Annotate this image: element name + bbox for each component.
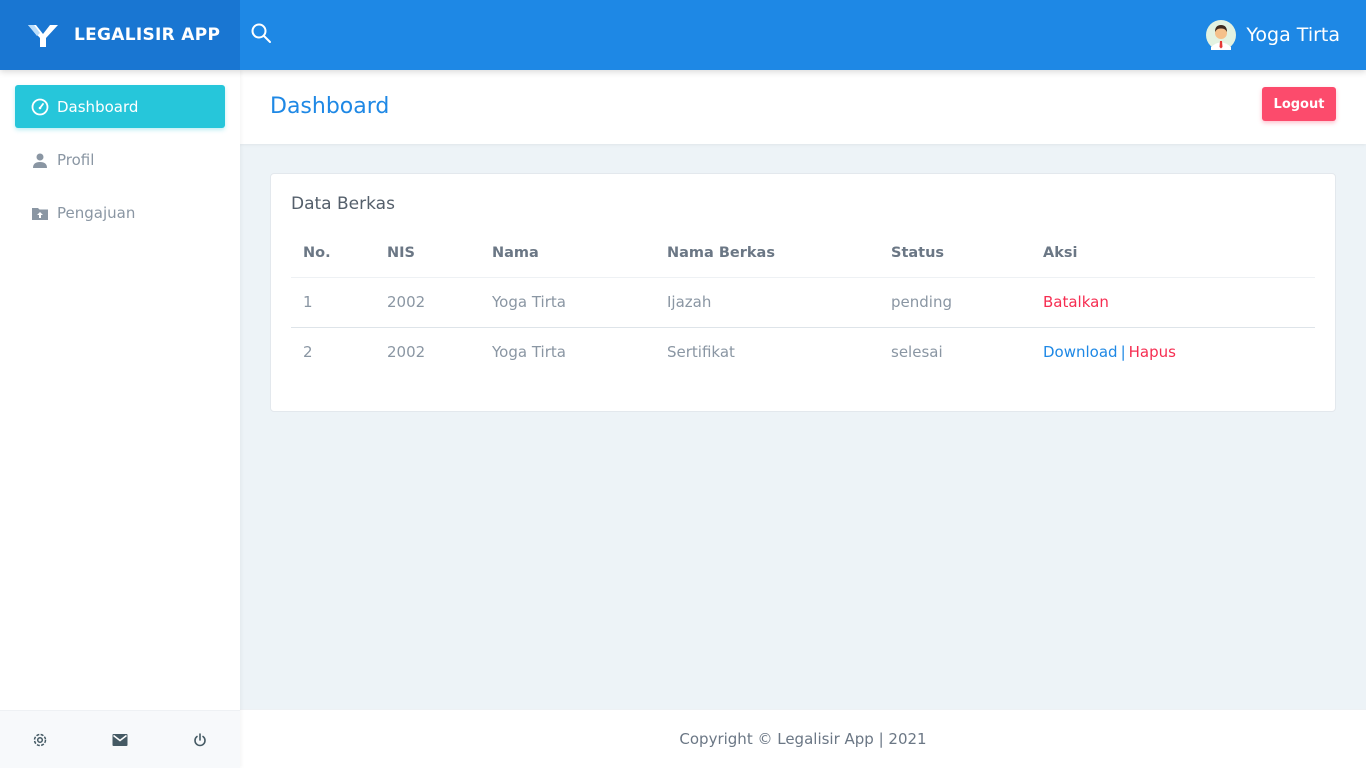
cell-status: pending: [879, 277, 1031, 328]
table-row: 1 2002 Yoga Tirta Ijazah pending Batalka…: [291, 277, 1315, 328]
column-header-nama-berkas: Nama Berkas: [655, 230, 879, 278]
table-row: 2 2002 Yoga Tirta Sertifikat selesai Dow…: [291, 327, 1315, 377]
cell-nama-berkas: Sertifikat: [667, 343, 735, 362]
logout-button[interactable]: Logout: [1262, 87, 1336, 121]
page-title: Dashboard: [270, 94, 390, 119]
cell-aksi: Download | Hapus: [1031, 327, 1315, 377]
user-menu[interactable]: Yoga Tirta: [1206, 20, 1340, 50]
topbar: LEGALISIR APP Yoga Tirta: [0, 0, 1366, 70]
column-header-nis: NIS: [375, 230, 480, 278]
hapus-link[interactable]: Hapus: [1129, 343, 1176, 361]
action-separator: |: [1120, 343, 1126, 362]
sidebar: Dashboard Profil Pengajuan: [0, 70, 240, 768]
download-link[interactable]: Download: [1043, 343, 1118, 361]
cell-no: 2: [303, 343, 313, 362]
cell-nama: Yoga Tirta: [492, 343, 566, 362]
mail-button[interactable]: [80, 711, 160, 768]
sidebar-item-pengajuan[interactable]: Pengajuan: [15, 191, 225, 234]
page-header: Dashboard Logout: [240, 70, 1366, 144]
berkas-table: No. NIS Nama Nama Berkas Status Aksi 1 2…: [291, 230, 1315, 377]
cell-nama-berkas: Ijazah: [655, 277, 879, 328]
column-header-aksi: Aksi: [1031, 230, 1315, 278]
y-logo-icon: [28, 25, 58, 47]
person-icon: [33, 153, 47, 168]
power-icon: [194, 732, 206, 746]
sidebar-item-profil[interactable]: Profil: [15, 138, 225, 181]
sidebar-item-dashboard[interactable]: Dashboard: [15, 85, 225, 128]
copyright-text: Copyright © Legalisir App | 2021: [679, 730, 927, 748]
power-button[interactable]: [160, 711, 240, 768]
batalkan-link[interactable]: Batalkan: [1043, 293, 1109, 311]
settings-button[interactable]: [0, 711, 80, 768]
cell-nama: Yoga Tirta: [480, 277, 655, 328]
cell-no: 1: [291, 277, 375, 328]
page-footer: Copyright © Legalisir App | 2021: [240, 709, 1366, 768]
cell-aksi: Batalkan: [1031, 277, 1315, 328]
cell-status: selesai: [891, 343, 943, 362]
column-header-nama: Nama: [480, 230, 655, 278]
brand[interactable]: LEGALISIR APP: [0, 0, 240, 70]
sidebar-footer: [0, 710, 240, 768]
card-title: Data Berkas: [291, 194, 395, 214]
sidebar-item-label: Profil: [57, 150, 95, 169]
column-header-no: No.: [291, 230, 375, 278]
cell-nis: 2002: [375, 277, 480, 328]
column-header-status: Status: [879, 230, 1031, 278]
cell-nis: 2002: [387, 343, 426, 362]
folder-upload-icon: [32, 207, 48, 220]
brand-name: LEGALISIR APP: [74, 25, 221, 45]
search-icon[interactable]: [250, 22, 272, 44]
user-name: Yoga Tirta: [1246, 24, 1340, 46]
sidebar-item-label: Pengajuan: [57, 203, 136, 222]
mail-icon: [112, 733, 128, 746]
sidebar-item-label: Dashboard: [57, 97, 139, 116]
table-header-row: No. NIS Nama Nama Berkas Status Aksi: [291, 230, 1315, 278]
gear-icon: [33, 733, 47, 746]
user-avatar-icon: [1206, 20, 1237, 50]
data-berkas-card: Data Berkas No. NIS Nama Nama Berkas Sta…: [270, 173, 1336, 412]
dashboard-gauge-icon: [31, 98, 49, 115]
